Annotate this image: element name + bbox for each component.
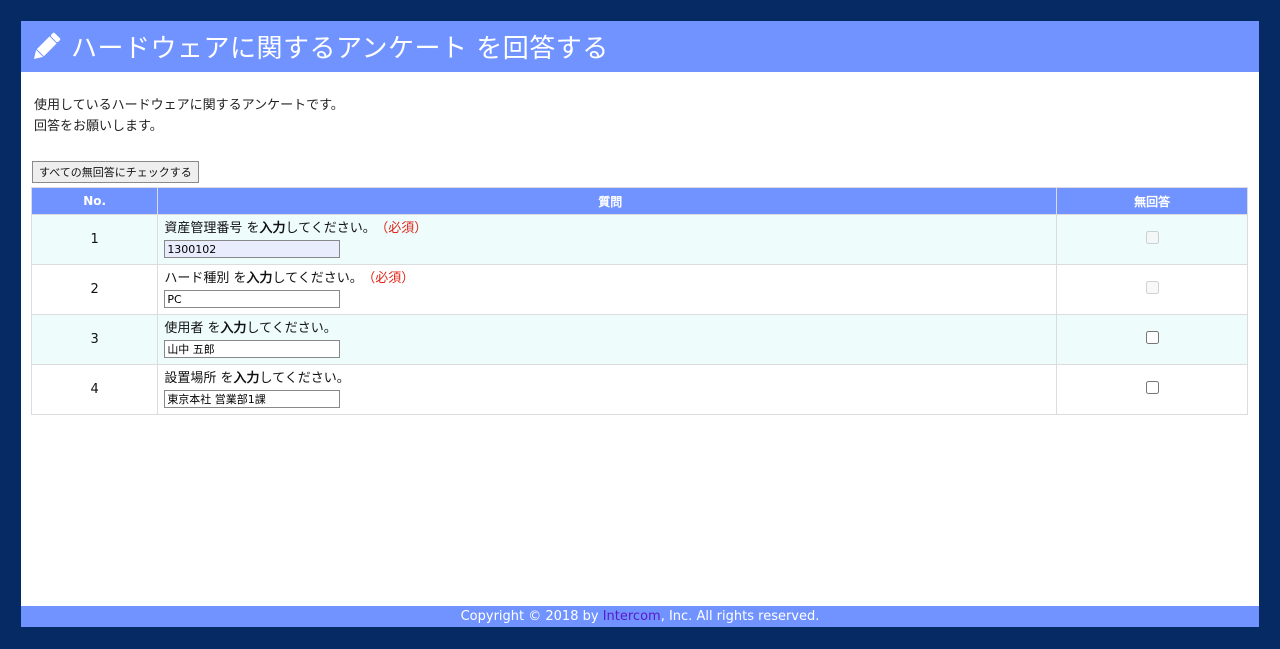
row-number: 3 [30, 314, 159, 365]
row-number: 4 [30, 364, 159, 415]
question-input-prompt: 入力 [259, 221, 286, 236]
user-name-input[interactable] [164, 340, 341, 358]
asset-number-input[interactable] [164, 240, 341, 258]
question-text: 使用者 を入力してください。 [164, 321, 1056, 337]
question-suffix: してください。 [246, 321, 337, 336]
table-row: 1 資産管理番号 を入力してください。 （必須） [30, 214, 1248, 265]
footer-copyright-prefix: Copyright © 2018 by [460, 609, 603, 624]
footer-company-link[interactable]: Intercom [603, 609, 661, 624]
question-text: ハード種別 を入力してください。 （必須） [164, 271, 1056, 287]
intro-line-2: 回答をお願いします。 [34, 119, 163, 134]
intro-line-1: 使用しているハードウェアに関するアンケートです。 [34, 98, 344, 113]
intro-text: 使用しているハードウェアに関するアンケートです。 回答をお願いします。 [34, 95, 344, 137]
header-no-answer: 無回答 [1056, 187, 1248, 215]
question-input-prompt: 入力 [233, 371, 260, 386]
question-cell: 設置場所 を入力してください。 [157, 364, 1058, 415]
no-answer-cell [1056, 264, 1248, 315]
no-answer-cell [1056, 214, 1248, 265]
no-answer-checkbox[interactable] [1145, 281, 1159, 294]
check-all-no-answer-button[interactable]: すべての無回答にチェックする [32, 161, 199, 183]
question-subject: 使用者 を [164, 321, 221, 336]
row-number: 2 [30, 264, 159, 315]
header-no: No. [30, 187, 159, 215]
no-answer-checkbox[interactable] [1145, 331, 1159, 344]
page-frame: ハードウェアに関するアンケート を回答する 使用しているハードウェアに関するアン… [21, 21, 1259, 627]
required-marker: （必須） [381, 221, 428, 236]
no-answer-cell [1056, 364, 1248, 415]
table-row: 2 ハード種別 を入力してください。 （必須） [30, 264, 1248, 315]
question-input-prompt: 入力 [220, 321, 247, 336]
question-suffix: してください。 [259, 371, 350, 386]
no-answer-cell [1056, 314, 1248, 365]
no-answer-checkbox[interactable] [1145, 231, 1159, 244]
survey-table: No. 質問 無回答 1 資産管理番号 を入力してください。（必須） 2 ハード… [30, 187, 1248, 415]
question-text: 資産管理番号 を入力してください。 （必須） [164, 221, 1056, 237]
pencil-icon [33, 32, 61, 59]
hardware-type-input[interactable] [164, 290, 341, 308]
question-input-prompt: 入力 [246, 271, 273, 286]
question-text: 設置場所 を入力してください。 [164, 371, 1056, 387]
page-header: ハードウェアに関するアンケート を回答する [21, 21, 1259, 72]
required-marker: （必須） [368, 271, 415, 286]
row-number: 1 [30, 214, 159, 265]
question-subject: ハード種別 を [164, 271, 247, 286]
footer-copyright-suffix: , Inc. All rights reserved. [660, 609, 820, 624]
question-cell: 使用者 を入力してください。 [157, 314, 1058, 365]
location-input[interactable] [164, 390, 341, 408]
table-row: 3 使用者 を入力してください。 [30, 314, 1248, 365]
footer: Copyright © 2018 by Intercom, Inc. All r… [21, 606, 1259, 627]
header-question: 質問 [157, 187, 1058, 215]
question-subject: 設置場所 を [164, 371, 234, 386]
page-title: ハードウェアに関するアンケート を回答する [71, 34, 609, 64]
question-subject: 資産管理番号 を [164, 221, 260, 236]
table-header-row: No. 質問 無回答 [30, 187, 1248, 215]
table-row: 4 設置場所 を入力してください。 [30, 364, 1248, 415]
question-suffix: してください。 [272, 271, 363, 286]
question-cell: 資産管理番号 を入力してください。 （必須） [157, 214, 1058, 265]
question-cell: ハード種別 を入力してください。 （必須） [157, 264, 1058, 315]
question-suffix: してください。 [285, 221, 376, 236]
no-answer-checkbox[interactable] [1145, 381, 1159, 394]
